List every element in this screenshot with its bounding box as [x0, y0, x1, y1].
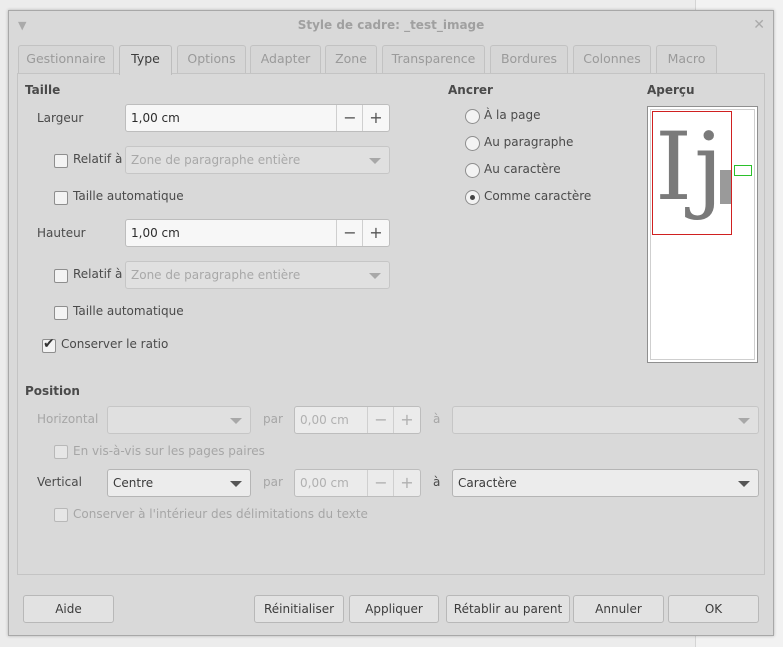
anchor-to-char-label: Au caractère — [484, 162, 561, 176]
apply-button[interactable]: Appliquer — [349, 595, 439, 623]
vertical-to-label: à — [433, 475, 441, 489]
restore-parent-button[interactable]: Rétablir au parent — [446, 595, 570, 623]
keep-ratio-label: Conserver le ratio — [61, 337, 169, 351]
vertical-to-combo[interactable]: Caractère — [452, 469, 759, 497]
relative-width-value: Zone de paragraphe entière — [131, 153, 301, 167]
minus-icon[interactable]: − — [367, 407, 394, 433]
keep-inside-checkbox[interactable] — [54, 508, 68, 522]
chevron-down-icon — [369, 158, 381, 164]
help-button[interactable]: Aide — [23, 595, 114, 623]
horizontal-by-spinbox[interactable]: 0,00 cm − + — [294, 406, 421, 434]
height-label: Hauteur — [37, 226, 86, 240]
auto-width-checkbox[interactable] — [54, 191, 68, 205]
preview-page: Ij — [650, 109, 755, 360]
plus-icon[interactable]: + — [362, 105, 389, 131]
relative-height-combo[interactable]: Zone de paragraphe entière — [125, 261, 390, 289]
anchor-to-page-radio[interactable] — [465, 109, 480, 124]
chevron-down-icon — [230, 481, 242, 487]
title-bar: ▼ Style de cadre: _test_image ✕ — [9, 11, 773, 41]
tab-colonnes[interactable]: Colonnes — [573, 45, 651, 73]
chevron-down-icon — [230, 418, 242, 424]
auto-height-checkbox[interactable] — [54, 306, 68, 320]
relative-width-label: Relatif à — [73, 152, 123, 166]
horizontal-label: Horizontal — [37, 412, 99, 426]
plus-icon[interactable]: + — [362, 220, 389, 246]
vertical-by-spinbox[interactable]: 0,00 cm − + — [294, 469, 421, 497]
plus-icon[interactable]: + — [393, 470, 420, 496]
anchor-as-char-label: Comme caractère — [484, 189, 592, 203]
horizontal-combo[interactable] — [107, 406, 251, 434]
tab-type[interactable]: Type — [119, 45, 172, 75]
horizontal-to-label: à — [433, 412, 441, 426]
minus-icon[interactable]: − — [336, 220, 363, 246]
horizontal-to-combo[interactable] — [452, 406, 759, 434]
window-title: Style de cadre: _test_image — [297, 18, 485, 32]
tab-gestionnaire[interactable]: Gestionnaire — [18, 45, 114, 73]
vertical-to-value: Caractère — [458, 476, 517, 490]
vertical-by-value: 0,00 cm — [300, 476, 349, 490]
width-spinbox[interactable]: 1,00 cm − + — [125, 104, 390, 132]
relative-width-combo[interactable]: Zone de paragraphe entière — [125, 146, 390, 174]
tab-options[interactable]: Options — [177, 45, 246, 73]
size-heading: Taille — [25, 83, 61, 97]
radio-selected-dot — [470, 195, 475, 200]
plus-icon[interactable]: + — [393, 407, 420, 433]
auto-height-label: Taille automatique — [73, 304, 184, 318]
anchor-as-char-radio[interactable] — [465, 190, 480, 205]
minus-icon[interactable]: − — [367, 470, 394, 496]
height-value: 1,00 cm — [131, 226, 180, 240]
relative-width-checkbox[interactable] — [54, 154, 68, 168]
chevron-down-icon — [738, 481, 750, 487]
chevron-down-icon — [738, 418, 750, 424]
anchor-to-char-radio[interactable] — [465, 163, 480, 178]
anchor-heading: Ancrer — [448, 83, 493, 97]
keep-inside-label: Conserver à l'intérieur des délimitation… — [73, 507, 368, 521]
anchor-to-paragraph-label: Au paragraphe — [484, 135, 574, 149]
type-panel: Taille Largeur 1,00 cm − + Relatif à Zon… — [17, 73, 765, 575]
horizontal-by-label: par — [263, 412, 283, 426]
mirror-checkbox[interactable] — [54, 445, 68, 459]
vertical-combo[interactable]: Centre — [107, 469, 251, 497]
vertical-value: Centre — [113, 476, 154, 490]
tab-adapter[interactable]: Adapter — [250, 45, 321, 73]
preview-object — [720, 170, 731, 204]
close-icon[interactable]: ✕ — [753, 17, 765, 33]
keep-ratio-checkbox[interactable]: ✔ — [42, 336, 56, 353]
vertical-by-label: par — [263, 475, 283, 489]
preview-glyphs: Ij — [655, 113, 726, 222]
width-label: Largeur — [37, 111, 84, 125]
anchor-to-page-label: À la page — [484, 108, 541, 122]
reset-button[interactable]: Réinitialiser — [254, 595, 344, 623]
vertical-label: Vertical — [37, 475, 82, 489]
ok-button[interactable]: OK — [668, 595, 759, 623]
anchor-to-paragraph-radio[interactable] — [465, 136, 480, 151]
tab-bordures[interactable]: Bordures — [490, 45, 568, 73]
width-value: 1,00 cm — [131, 111, 180, 125]
minus-icon[interactable]: − — [336, 105, 363, 131]
relative-height-checkbox[interactable] — [54, 269, 68, 283]
tab-transparence[interactable]: Transparence — [382, 45, 485, 73]
chevron-down-icon — [369, 273, 381, 279]
cancel-button[interactable]: Annuler — [573, 595, 664, 623]
preview-heading: Aperçu — [647, 83, 695, 97]
horizontal-by-value: 0,00 cm — [300, 413, 349, 427]
checkmark-icon: ✔ — [43, 336, 55, 352]
mirror-label: En vis-à-vis sur les pages paires — [73, 444, 265, 458]
position-heading: Position — [25, 384, 80, 398]
tab-macro[interactable]: Macro — [656, 45, 717, 73]
preview-anchor-marker — [734, 165, 752, 176]
tab-zone[interactable]: Zone — [325, 45, 377, 73]
auto-width-label: Taille automatique — [73, 189, 184, 203]
frame-style-dialog: ▼ Style de cadre: _test_image ✕ Gestionn… — [8, 10, 774, 636]
height-spinbox[interactable]: 1,00 cm − + — [125, 219, 390, 247]
relative-height-label: Relatif à — [73, 267, 123, 281]
relative-height-value: Zone de paragraphe entière — [131, 268, 301, 282]
preview-box: Ij — [647, 106, 758, 363]
